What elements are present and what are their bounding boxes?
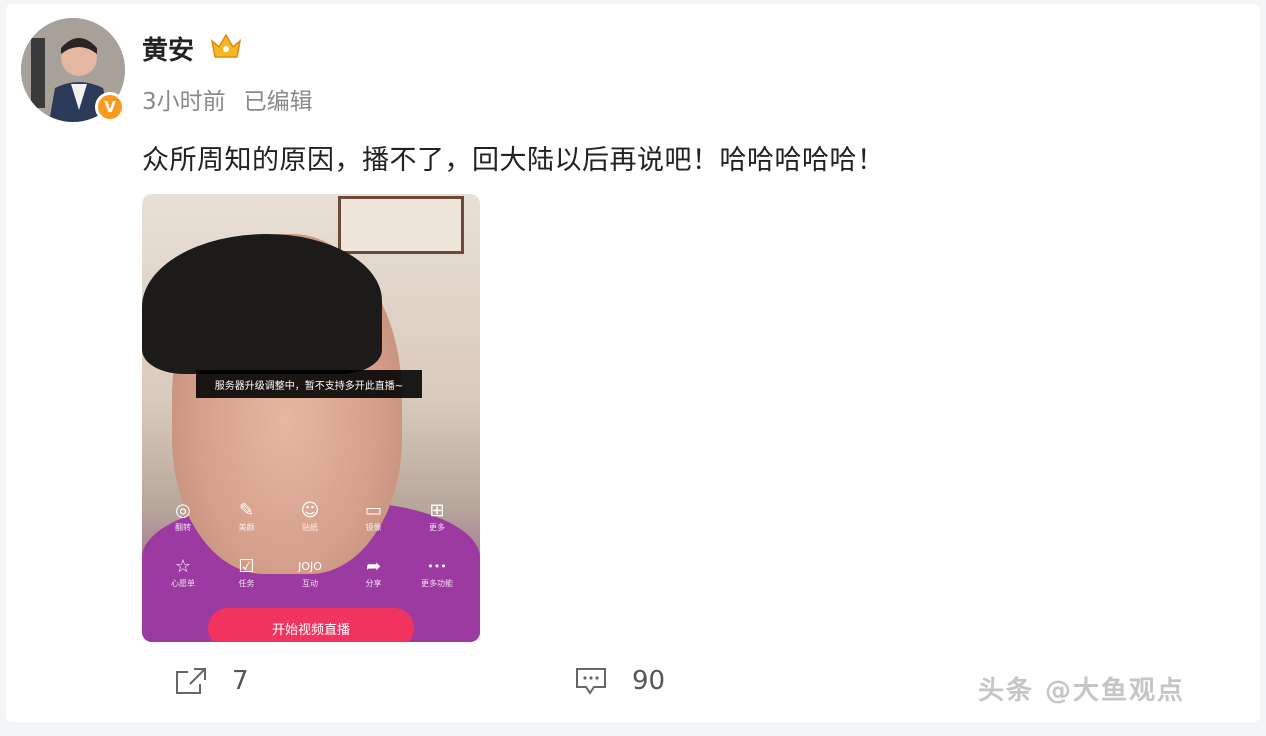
wall-frame bbox=[338, 196, 464, 254]
share-icon: ➦ bbox=[365, 556, 382, 577]
comment-button[interactable]: 90 bbox=[574, 666, 665, 696]
live-tools-row-1: ◎ 翻转 ✎ 美颜 ☺ 贴纸 ▭ 镜像 ⊞ 更多 bbox=[160, 500, 460, 534]
sticker-face-tool[interactable]: ☺ 贴纸 bbox=[287, 500, 333, 534]
hair-area bbox=[142, 234, 382, 374]
tool-label: 翻转 bbox=[175, 523, 191, 532]
live-tools-row-2: ☆ 心愿单 ☑ 任务 JOJO 互动 ➦ 分享 ••• 更多功能 bbox=[160, 556, 460, 590]
repost-button[interactable]: 7 bbox=[174, 666, 249, 696]
post-text: 众所周知的原因，播不了，回大陆以后再说吧！哈哈哈哈哈！ bbox=[142, 145, 885, 176]
star-tool[interactable]: ☆ 心愿单 bbox=[160, 556, 206, 590]
tool-label: 美颜 bbox=[238, 523, 255, 532]
task-check-tool[interactable]: ☑ 任务 bbox=[224, 556, 270, 590]
camera-flip-icon: ◎ bbox=[175, 500, 191, 521]
beauty-pen-icon: ✎ bbox=[238, 500, 255, 521]
tool-label: 任务 bbox=[238, 579, 255, 588]
tool-label: 贴纸 bbox=[302, 523, 318, 532]
jojo-tool[interactable]: JOJO 互动 bbox=[287, 556, 333, 590]
edited-label[interactable]: 已编辑 bbox=[244, 89, 313, 115]
beauty-pen-tool[interactable]: ✎ 美颜 bbox=[224, 500, 270, 534]
post-image[interactable]: 服务器升级调整中，暂不支持多开此直播~ ◎ 翻转 ✎ 美颜 ☺ 贴纸 ▭ 镜像 ⊞ 更多 ☆ 心愿单… bbox=[142, 194, 480, 642]
more-dots-tool[interactable]: ••• 更多功能 bbox=[414, 556, 460, 590]
verified-badge-icon: V bbox=[95, 92, 125, 122]
vip-crown-icon bbox=[210, 33, 242, 58]
task-check-icon: ☑ bbox=[238, 556, 255, 577]
avatar[interactable]: V bbox=[21, 18, 125, 122]
tool-label: 互动 bbox=[302, 579, 318, 588]
more-dots-icon: ••• bbox=[427, 560, 447, 573]
post-card: V 黄安 3小时前 已编辑 众所周知的原因，播不了，回大陆以后再说吧！哈哈哈哈哈！… bbox=[6, 4, 1260, 722]
mirror-icon: ▭ bbox=[364, 500, 382, 521]
watermark: 头条 @大鱼观点 bbox=[978, 676, 1186, 706]
tool-label: 更多 bbox=[429, 523, 445, 532]
sticker-face-icon: ☺ bbox=[300, 500, 320, 521]
comment-count: 90 bbox=[632, 666, 666, 696]
start-live-button[interactable]: 开始视频直播 bbox=[208, 608, 414, 642]
tool-label: 分享 bbox=[365, 579, 382, 588]
post-time[interactable]: 3小时前 bbox=[142, 89, 226, 115]
grid-tool[interactable]: ⊞ 更多 bbox=[414, 500, 460, 534]
grid-icon: ⊞ bbox=[429, 500, 445, 521]
repost-count: 7 bbox=[232, 666, 249, 696]
live-notice-banner: 服务器升级调整中，暂不支持多开此直播~ bbox=[196, 370, 422, 398]
star-icon: ☆ bbox=[174, 556, 192, 577]
jojo-icon: JOJO bbox=[298, 560, 322, 573]
tool-label: 心愿单 bbox=[171, 579, 195, 588]
tool-label: 更多功能 bbox=[421, 579, 453, 588]
camera-flip-tool[interactable]: ◎ 翻转 bbox=[160, 500, 206, 534]
mirror-tool[interactable]: ▭ 镜像 bbox=[351, 500, 397, 534]
tool-label: 镜像 bbox=[365, 523, 382, 532]
repost-icon bbox=[176, 668, 206, 694]
comment-icon bbox=[576, 668, 606, 695]
post-meta: 3小时前 已编辑 bbox=[142, 82, 313, 116]
author-name[interactable]: 黄安 bbox=[142, 30, 194, 67]
share-tool[interactable]: ➦ 分享 bbox=[351, 556, 397, 590]
